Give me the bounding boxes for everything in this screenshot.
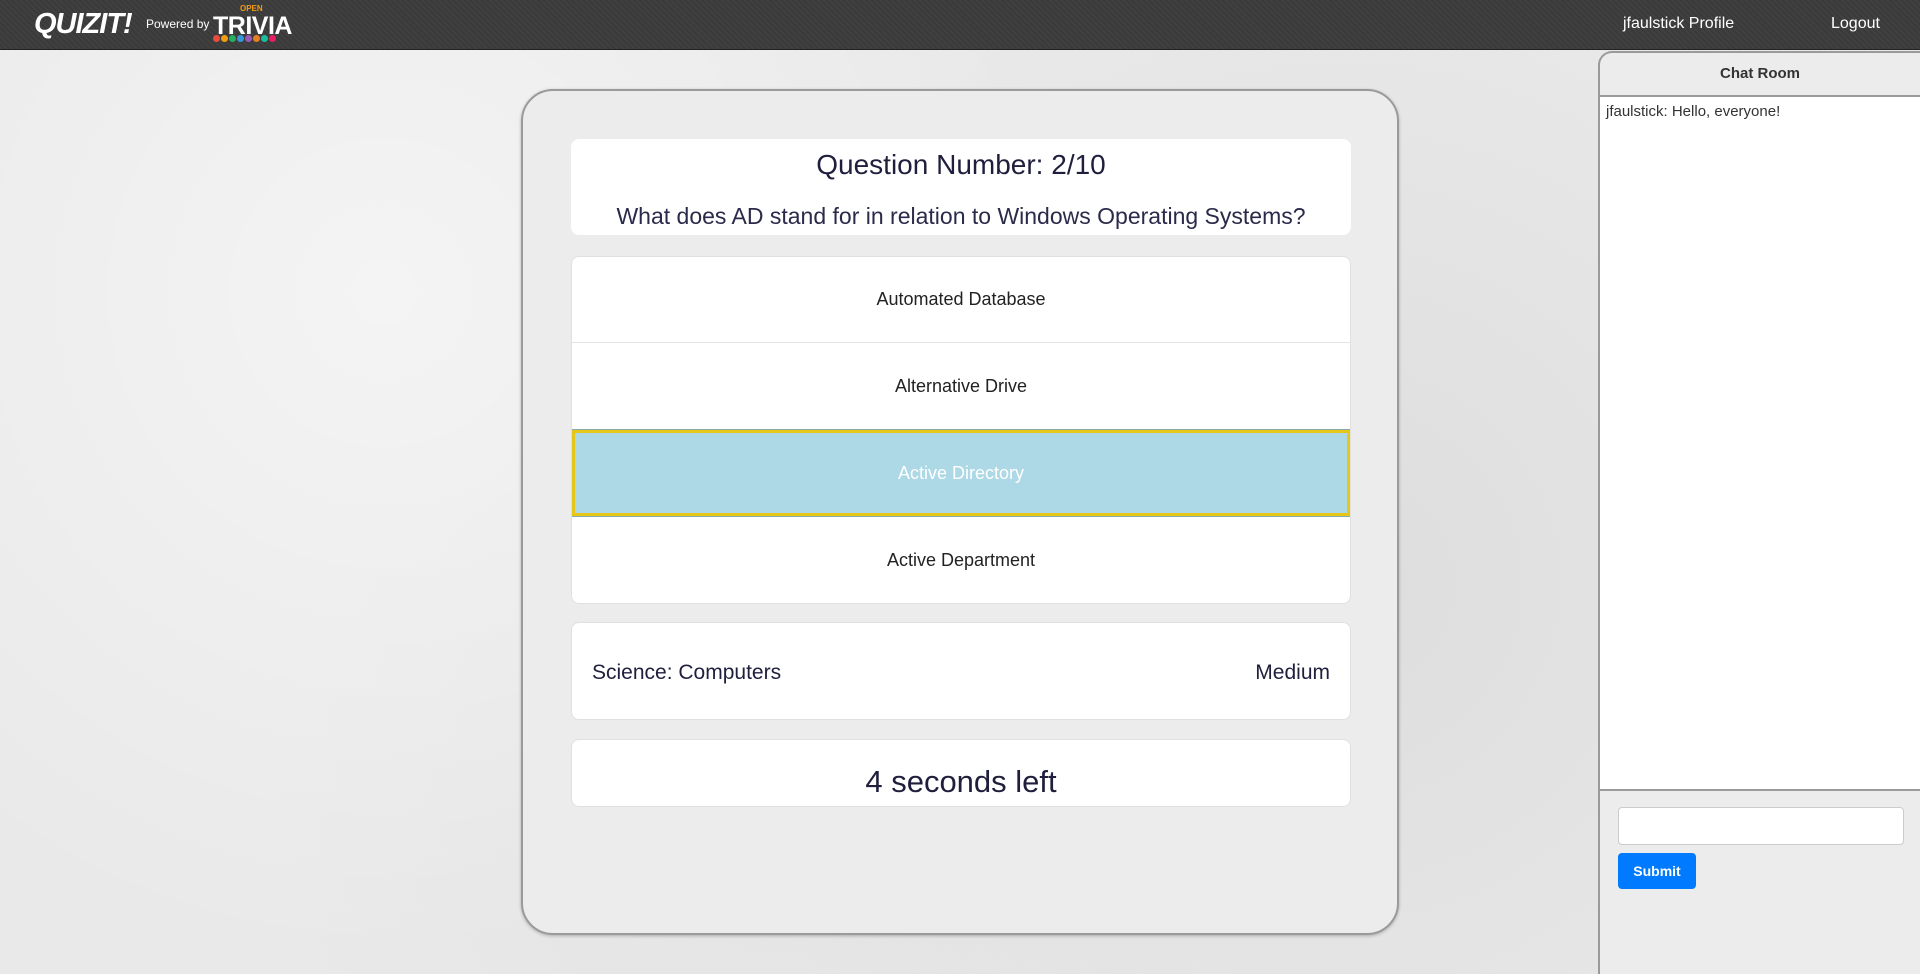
answer-option-1[interactable]: Automated Database: [572, 257, 1350, 343]
profile-link[interactable]: jfaulstick Profile: [1623, 15, 1734, 33]
navbar: QUIZIT! Powered by OPEN TRIVIA jfaulstic…: [0, 0, 1920, 50]
timer-text: 4 seconds left: [865, 764, 1057, 799]
question-text: What does AD stand for in relation to Wi…: [616, 203, 1306, 229]
category-label: Science: Computers: [592, 661, 782, 684]
quiz-card: Question Number: 2/10 What does AD stand…: [521, 89, 1399, 935]
answer-option-4[interactable]: Active Department: [572, 517, 1350, 603]
chat-message: jfaulstick: Hello, everyone!: [1606, 103, 1781, 120]
question-number-title: Question Number: 2/10: [816, 149, 1106, 180]
difficulty-label: Medium: [1255, 661, 1330, 684]
answer-option-2[interactable]: Alternative Drive: [572, 344, 1350, 430]
chat-room: Chat Room jfaulstick: Hello, everyone! S…: [1598, 51, 1920, 974]
question-header: Question Number: 2/10 What does AD stand…: [571, 139, 1351, 235]
answer-list: Automated Database Alternative Drive Act…: [571, 256, 1351, 604]
chat-submit-button[interactable]: Submit: [1618, 853, 1696, 889]
answer-option-3-selected[interactable]: Active Directory: [572, 429, 1350, 517]
database-dots-icon: [213, 35, 276, 42]
timer-panel: 4 seconds left: [571, 739, 1351, 807]
question-meta: Science: Computers Medium: [571, 622, 1351, 720]
chat-room-title: Chat Room: [1600, 53, 1920, 97]
powered-by-text: Powered by: [146, 17, 210, 31]
logout-link[interactable]: Logout: [1831, 15, 1880, 33]
chat-messages: jfaulstick: Hello, everyone!: [1600, 97, 1920, 791]
open-trivia-database-logo[interactable]: OPEN TRIVIA: [213, 4, 293, 44]
chat-message-input[interactable]: [1618, 807, 1904, 845]
quizit-logo[interactable]: QUIZIT!: [34, 8, 133, 41]
